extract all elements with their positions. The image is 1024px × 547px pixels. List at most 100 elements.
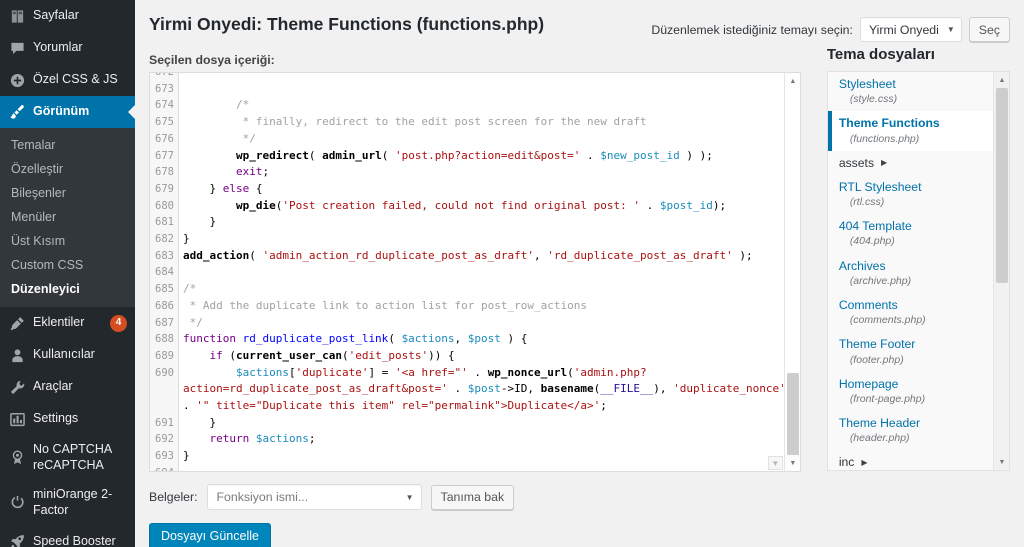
code-token: } [183,232,190,246]
code-line: /* [183,281,800,298]
file-display-name: Archives [838,258,886,273]
paintbrush-icon [8,103,26,121]
code-token: ] = [368,365,395,379]
code-token: ) ); [679,148,713,162]
line-number: 672 [155,72,174,78]
sidebar-item-kullan-c-lar[interactable]: Kullanıcılar [0,339,135,371]
file-item-archive.php[interactable]: Archives (archive.php) [828,254,993,293]
select-theme-button[interactable]: Seç [968,17,1010,42]
code-token: 'rd_duplicate_post_as_draft' [547,248,733,262]
file-item-rtl.css[interactable]: RTL Stylesheet (rtl.css) [828,175,993,214]
code-token: '<a href="' [394,365,468,379]
sidebar-item-miniorange-2-factor[interactable]: miniOrange 2-Factor [0,480,135,525]
theme-files-scrollbar[interactable]: ▲ ▼ [993,72,1009,470]
code-token: $post [467,332,501,346]
file-item-functions.php[interactable]: Theme Functions (functions.php) [827,111,993,151]
code-token: wp_die [235,198,276,212]
line-number: 687 [155,316,174,329]
file-display-name: Theme Header [838,416,921,430]
code-token: ->ID, [500,382,541,396]
sidebar-item-speed-booster[interactable]: Speed Booster [0,526,135,547]
file-item-style.css[interactable]: Stylesheet (style.css) [828,72,993,111]
update-file-button[interactable]: Dosyayı Güncelle [149,523,271,547]
sidebar-item-label: Sayfalar [33,8,79,23]
theme-files-title: Tema dosyaları [826,46,935,63]
line-number: 679 [155,182,174,195]
submenu-item-bile-enler[interactable]: Bileşenler [0,181,135,205]
scroll-up-arrow-icon[interactable]: ▲ [784,73,800,89]
files-scrollbar-thumb[interactable] [996,88,1008,283]
sidebar-item-no-captcha-recaptcha[interactable]: No CAPTCHA reCAPTCHA [0,435,135,480]
theme-switcher-label: Düzenlemek istediğiniz temayı seçin: [651,22,853,37]
file-item-comments.php[interactable]: Comments (comments.php) [828,293,993,332]
code-editor[interactable]: 672 673 674 675 676 677 678 679 680 681 682 683 684 6… [149,72,801,472]
sidebar-menu-top: Sayfalar Yorumlar Özel CSS & JS Görünüm [0,0,135,128]
code-token: /* [183,282,197,296]
file-folder-inc[interactable]: inc ▶ [828,450,993,470]
sidebar-item-eklentiler[interactable]: Eklentiler 4 [0,307,135,339]
sidebar-item-label: miniOrange 2-Factor [33,487,113,517]
wrench-icon [8,378,26,396]
code-token: 'edit_posts' [348,348,429,362]
code-token: */ [183,131,256,145]
submenu-item-custom-css[interactable]: Custom CSS [0,253,135,277]
chevron-right-icon: ▶ [881,158,888,168]
sidebar-item-label: Yorumlar [33,40,83,55]
user-icon [8,346,26,364]
files-scroll-down-arrow-icon[interactable]: ▼ [994,454,1009,470]
code-token: . [447,382,468,396]
submenu-item-st-k-s-m[interactable]: Üst Kısım [0,229,135,253]
wordpress-admin-screen: Sayfalar Yorumlar Özel CSS & JS Görünüm Tem… [0,0,1024,547]
theme-select[interactable]: Yirmi Onyedi ▼ [859,17,962,42]
sidebar-item-label: Eklentiler [33,315,85,330]
code-line: wp_die('Post creation failed, could not … [183,198,800,215]
code-token: if [209,348,223,362]
code-token: current_user_can [236,348,342,362]
code-token: . [639,198,660,212]
file-display-name: Homepage [838,376,899,391]
code-editor-scrollbar[interactable]: ▲ ▼ [783,73,800,471]
line-number: 683 [155,249,174,262]
file-item-404.php[interactable]: 404 Template (404.php) [828,214,993,253]
sidebar-item-yorumlar[interactable]: Yorumlar [0,32,135,64]
code-line: * finally, redirect to the edit post scr… [183,114,800,131]
code-text-area[interactable]: /* * finally, redirect to the edit post … [179,73,800,471]
code-line: wp_redirect( admin_url( 'post.php?action… [183,148,800,165]
lookup-button[interactable]: Tanıma bak [430,484,515,510]
file-folder-assets[interactable]: assets ▶ [828,151,993,175]
line-number: 685 [155,283,174,296]
update-count-badge: 4 [110,314,127,332]
sidebar-item-ara-lar[interactable]: Araçlar [0,371,135,403]
sidebar-item-sayfalar[interactable]: Sayfalar [0,0,135,32]
files-scroll-up-arrow-icon[interactable]: ▲ [994,72,1009,88]
file-path: (front-page.php) [849,392,926,405]
sidebar-item-settings[interactable]: Settings [0,403,135,435]
submenu-item-d-zenleyici[interactable]: Düzenleyici [0,277,135,301]
submenu-item-zelle-tir[interactable]: Özelleştir [0,157,135,181]
submenu-item-men-ler[interactable]: Menüler [0,205,135,229]
editor-resize-handle[interactable]: ▼ [767,456,783,470]
file-item-front-page.php[interactable]: Homepage (front-page.php) [828,372,993,411]
theme-select-value: Yirmi Onyedi [868,22,939,37]
code-token: , [454,332,468,346]
code-line: } [183,415,800,432]
scroll-down-arrow-icon[interactable]: ▼ [784,455,800,471]
line-number: 692 [155,433,174,446]
sidebar-item-zel-css-js[interactable]: Özel CSS & JS [0,64,135,96]
code-token: ( [308,148,323,162]
code-token: wp_nonce_url [487,365,568,379]
line-number: 674 [155,99,174,112]
sidebar-item-g-r-n-m[interactable]: Görünüm [0,96,135,128]
file-item-header.php[interactable]: Theme Header (header.php) [828,411,993,450]
line-number: 678 [155,166,174,179]
code-scrollbar-thumb[interactable] [786,373,799,458]
file-display-name: Stylesheet [838,77,896,91]
admin-sidebar: Sayfalar Yorumlar Özel CSS & JS Görünüm Tem… [0,0,135,547]
file-item-footer.php[interactable]: Theme Footer (footer.php) [828,332,993,371]
code-token: ) { [500,332,528,346]
submenu-item-temalar[interactable]: Temalar [0,133,135,157]
code-token: * finally, redirect to the edit post scr… [183,115,647,129]
function-name-select[interactable]: Fonksiyon ismi... ▼ [206,484,422,510]
